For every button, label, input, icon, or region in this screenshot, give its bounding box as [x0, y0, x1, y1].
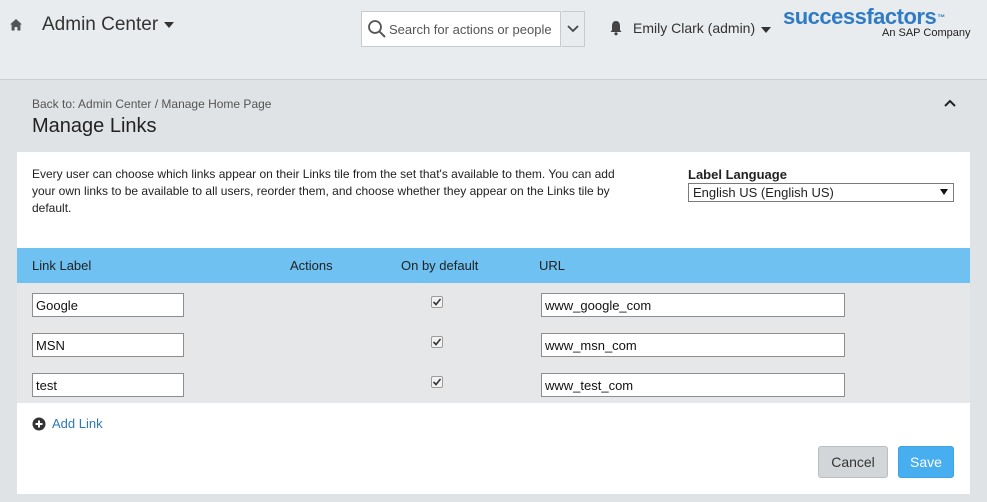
bell-icon[interactable] [609, 20, 623, 36]
link-label-input[interactable] [32, 293, 184, 317]
search-box[interactable] [361, 11, 561, 47]
search-input[interactable] [389, 21, 559, 37]
logo-trademark: ™ [937, 12, 945, 22]
chevron-down-icon [567, 25, 579, 33]
on-by-default-checkbox[interactable] [431, 336, 443, 348]
top-bar: Admin Center Emily Clark (admin) success… [0, 0, 987, 80]
search-dropdown-button[interactable] [562, 11, 585, 47]
links-table-body [17, 283, 970, 403]
table-row [17, 323, 970, 363]
app-title-menu[interactable]: Admin Center [42, 14, 175, 36]
description-text: Every user can choose which links appear… [32, 167, 615, 215]
label-language-select[interactable]: English US (English US) [688, 183, 954, 202]
user-name: Emily Clark (admin) [633, 20, 756, 36]
caret-down-icon [164, 22, 175, 28]
link-label-input[interactable] [32, 333, 184, 357]
checkmark-icon [432, 378, 442, 386]
chevron-up-icon[interactable] [942, 96, 958, 110]
link-url-input[interactable] [541, 293, 845, 317]
add-link-button[interactable]: Add Link [32, 416, 103, 431]
table-header: Link Label Actions On by default URL [17, 248, 970, 283]
table-row [17, 363, 970, 403]
link-url-input[interactable] [541, 373, 845, 397]
cancel-button[interactable]: Cancel [818, 446, 888, 478]
on-by-default-checkbox[interactable] [431, 376, 443, 388]
app-title: Admin Center [42, 14, 159, 35]
logo-subtitle: An SAP Company [882, 27, 971, 39]
link-url-input[interactable] [541, 333, 845, 357]
column-header-on-by-default: On by default [401, 258, 479, 273]
plus-circle-icon [32, 417, 46, 430]
logo: successfactors ™ An SAP Company [783, 4, 973, 39]
link-label-input[interactable] [32, 373, 184, 397]
checkmark-icon [432, 338, 442, 346]
column-header-url: URL [539, 258, 566, 273]
user-menu[interactable]: Emily Clark (admin) [633, 20, 772, 36]
on-by-default-checkbox[interactable] [431, 296, 443, 308]
caret-down-icon [940, 189, 948, 195]
breadcrumb[interactable]: Back to: Admin Center / Manage Home Page [32, 97, 271, 111]
column-header-link-label: Link Label [32, 258, 92, 273]
column-header-actions: Actions [290, 258, 333, 273]
save-button[interactable]: Save [898, 446, 954, 478]
table-row [17, 283, 970, 323]
label-language-title: Label Language [688, 167, 787, 182]
caret-down-icon [761, 26, 772, 33]
label-language-value: English US (English US) [693, 185, 834, 200]
add-link-label: Add Link [52, 416, 103, 431]
manage-links-panel: Every user can choose which links appear… [17, 152, 970, 494]
home-icon[interactable] [9, 18, 23, 32]
search-icon [368, 20, 386, 38]
page-title: Manage Links [32, 115, 157, 137]
checkmark-icon [432, 298, 442, 306]
